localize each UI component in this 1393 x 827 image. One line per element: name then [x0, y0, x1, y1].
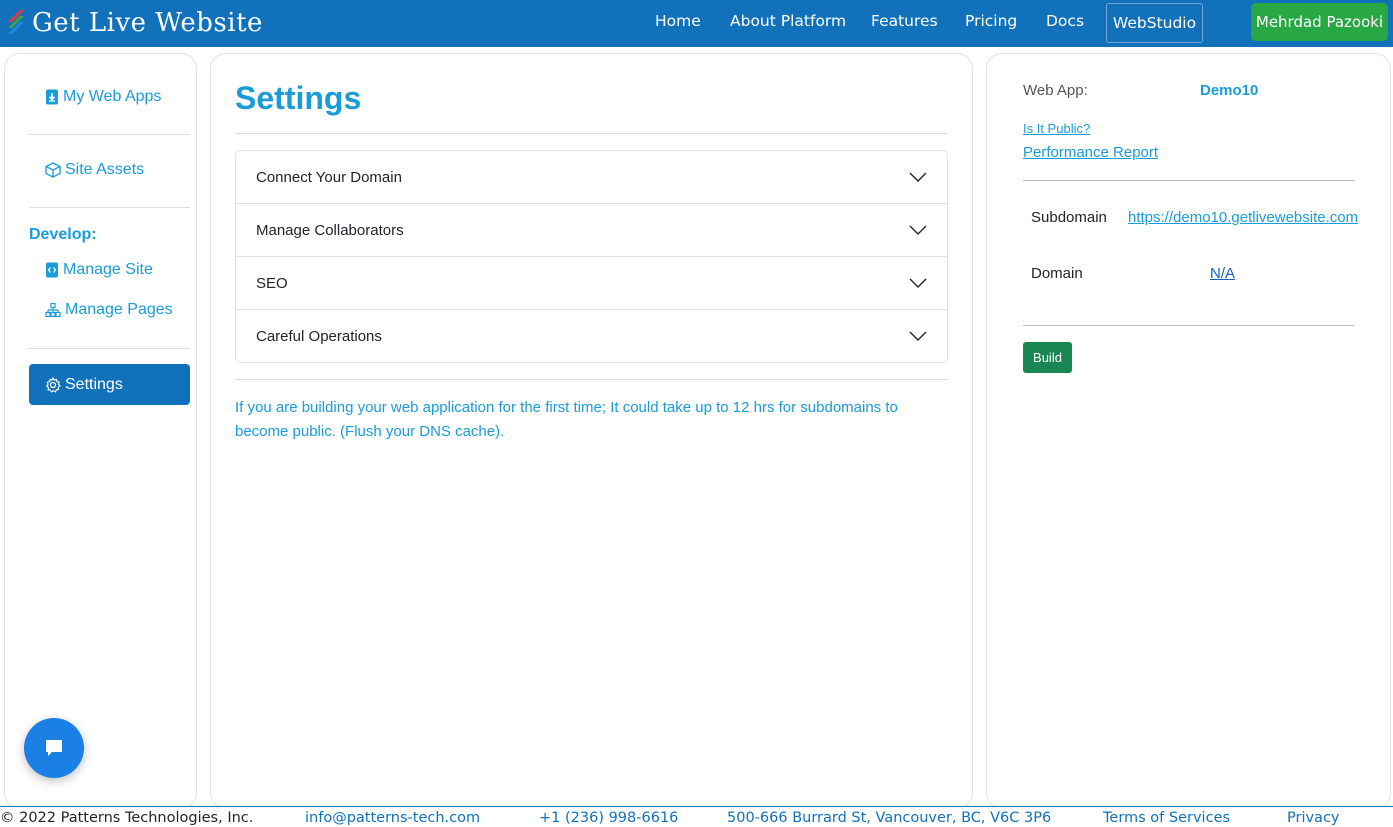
title-divider [235, 133, 948, 134]
accordion-connect-domain[interactable]: Connect Your Domain [236, 151, 947, 204]
chevron-down-icon [909, 172, 927, 182]
accordion-label: Connect Your Domain [256, 168, 402, 186]
chevron-down-icon [909, 225, 927, 235]
nav-features[interactable]: Features [871, 12, 938, 30]
footer-address-link[interactable]: 500-666 Burrard St, Vancouver, BC, V6C 3… [727, 810, 1051, 826]
nav-webstudio-button[interactable]: WebStudio [1106, 3, 1203, 43]
performance-report-link[interactable]: Performance Report [1023, 144, 1158, 161]
accordion-manage-collaborators[interactable]: Manage Collaborators [236, 204, 947, 257]
page-title: Settings [235, 80, 362, 116]
sidebar-item-manage-pages[interactable]: Manage Pages [45, 301, 173, 319]
nav-pricing[interactable]: Pricing [965, 12, 1017, 30]
webapp-name: Demo10 [1200, 82, 1259, 99]
footer-terms-link[interactable]: Terms of Services [1103, 810, 1230, 826]
domain-label: Domain [1031, 265, 1083, 282]
nav-docs[interactable]: Docs [1046, 12, 1084, 30]
sidebar-divider [29, 134, 190, 135]
settings-accordion: Connect Your Domain Manage Collaborators… [235, 150, 948, 363]
sitemap-icon [45, 302, 61, 318]
webapp-divider [1023, 180, 1354, 181]
footer-email-link[interactable]: info@patterns-tech.com [305, 810, 480, 826]
webapp-info-card [986, 53, 1391, 809]
footer: © 2022 Patterns Technologies, Inc. info@… [0, 806, 1393, 827]
chat-icon [46, 740, 62, 756]
domain-link[interactable]: N/A [1210, 265, 1235, 282]
brand-name: Get Live Website [32, 8, 263, 38]
dns-note: If you are building your web application… [235, 399, 898, 440]
sidebar-item-manage-site[interactable]: Manage Site [45, 261, 153, 279]
accordion-careful-operations[interactable]: Careful Operations [236, 310, 947, 362]
sidebar-item-my-web-apps[interactable]: My Web Apps [45, 88, 161, 106]
footer-copyright: © 2022 Patterns Technologies, Inc. [0, 810, 254, 826]
sidebar-divider [29, 348, 190, 349]
code-file-icon [46, 262, 58, 278]
accordion-label: Careful Operations [256, 327, 382, 345]
sidebar-item-label: Settings [65, 375, 123, 393]
footer-phone-link[interactable]: +1 (236) 998-6616 [539, 810, 678, 826]
nav-home[interactable]: Home [655, 12, 701, 30]
user-menu-button[interactable]: Mehrdad Pazooki [1251, 3, 1388, 41]
subdomain-label: Subdomain [1031, 209, 1107, 226]
build-button[interactable]: Build [1023, 342, 1072, 373]
nav-about-platform[interactable]: About Platform [730, 12, 846, 30]
sidebar-item-label: Manage Site [63, 261, 153, 278]
gear-icon [45, 376, 61, 393]
chat-button[interactable] [24, 718, 84, 778]
is-it-public-link[interactable]: Is It Public? [1023, 121, 1090, 136]
webapp-label: Web App: [1023, 82, 1088, 99]
chevron-down-icon [909, 331, 927, 341]
accordion-label: Manage Collaborators [256, 221, 404, 239]
sidebar-item-site-assets[interactable]: Site Assets [45, 161, 144, 179]
sidebar-heading-develop: Develop: [29, 226, 97, 243]
brand-logo-icon [8, 10, 24, 34]
sidebar-item-label: My Web Apps [63, 88, 162, 105]
webapp-divider [1023, 325, 1354, 326]
accordion-divider [235, 379, 948, 380]
file-download-icon [46, 89, 58, 105]
sidebar-item-label: Manage Pages [65, 301, 173, 318]
sidebar-item-settings[interactable]: Settings [29, 364, 190, 405]
accordion-seo[interactable]: SEO [236, 257, 947, 310]
top-navbar: Get Live Website Home About Platform Fea… [0, 0, 1393, 47]
sidebar-item-label: Site Assets [65, 161, 145, 178]
footer-privacy-link[interactable]: Privacy [1287, 810, 1340, 826]
subdomain-link[interactable]: https://demo10.getlivewebsite.com [1128, 209, 1358, 226]
brand[interactable]: Get Live Website [6, 5, 263, 41]
box-icon [45, 162, 61, 178]
accordion-label: SEO [256, 274, 288, 292]
chevron-down-icon [909, 278, 927, 288]
sidebar-divider [29, 207, 190, 208]
